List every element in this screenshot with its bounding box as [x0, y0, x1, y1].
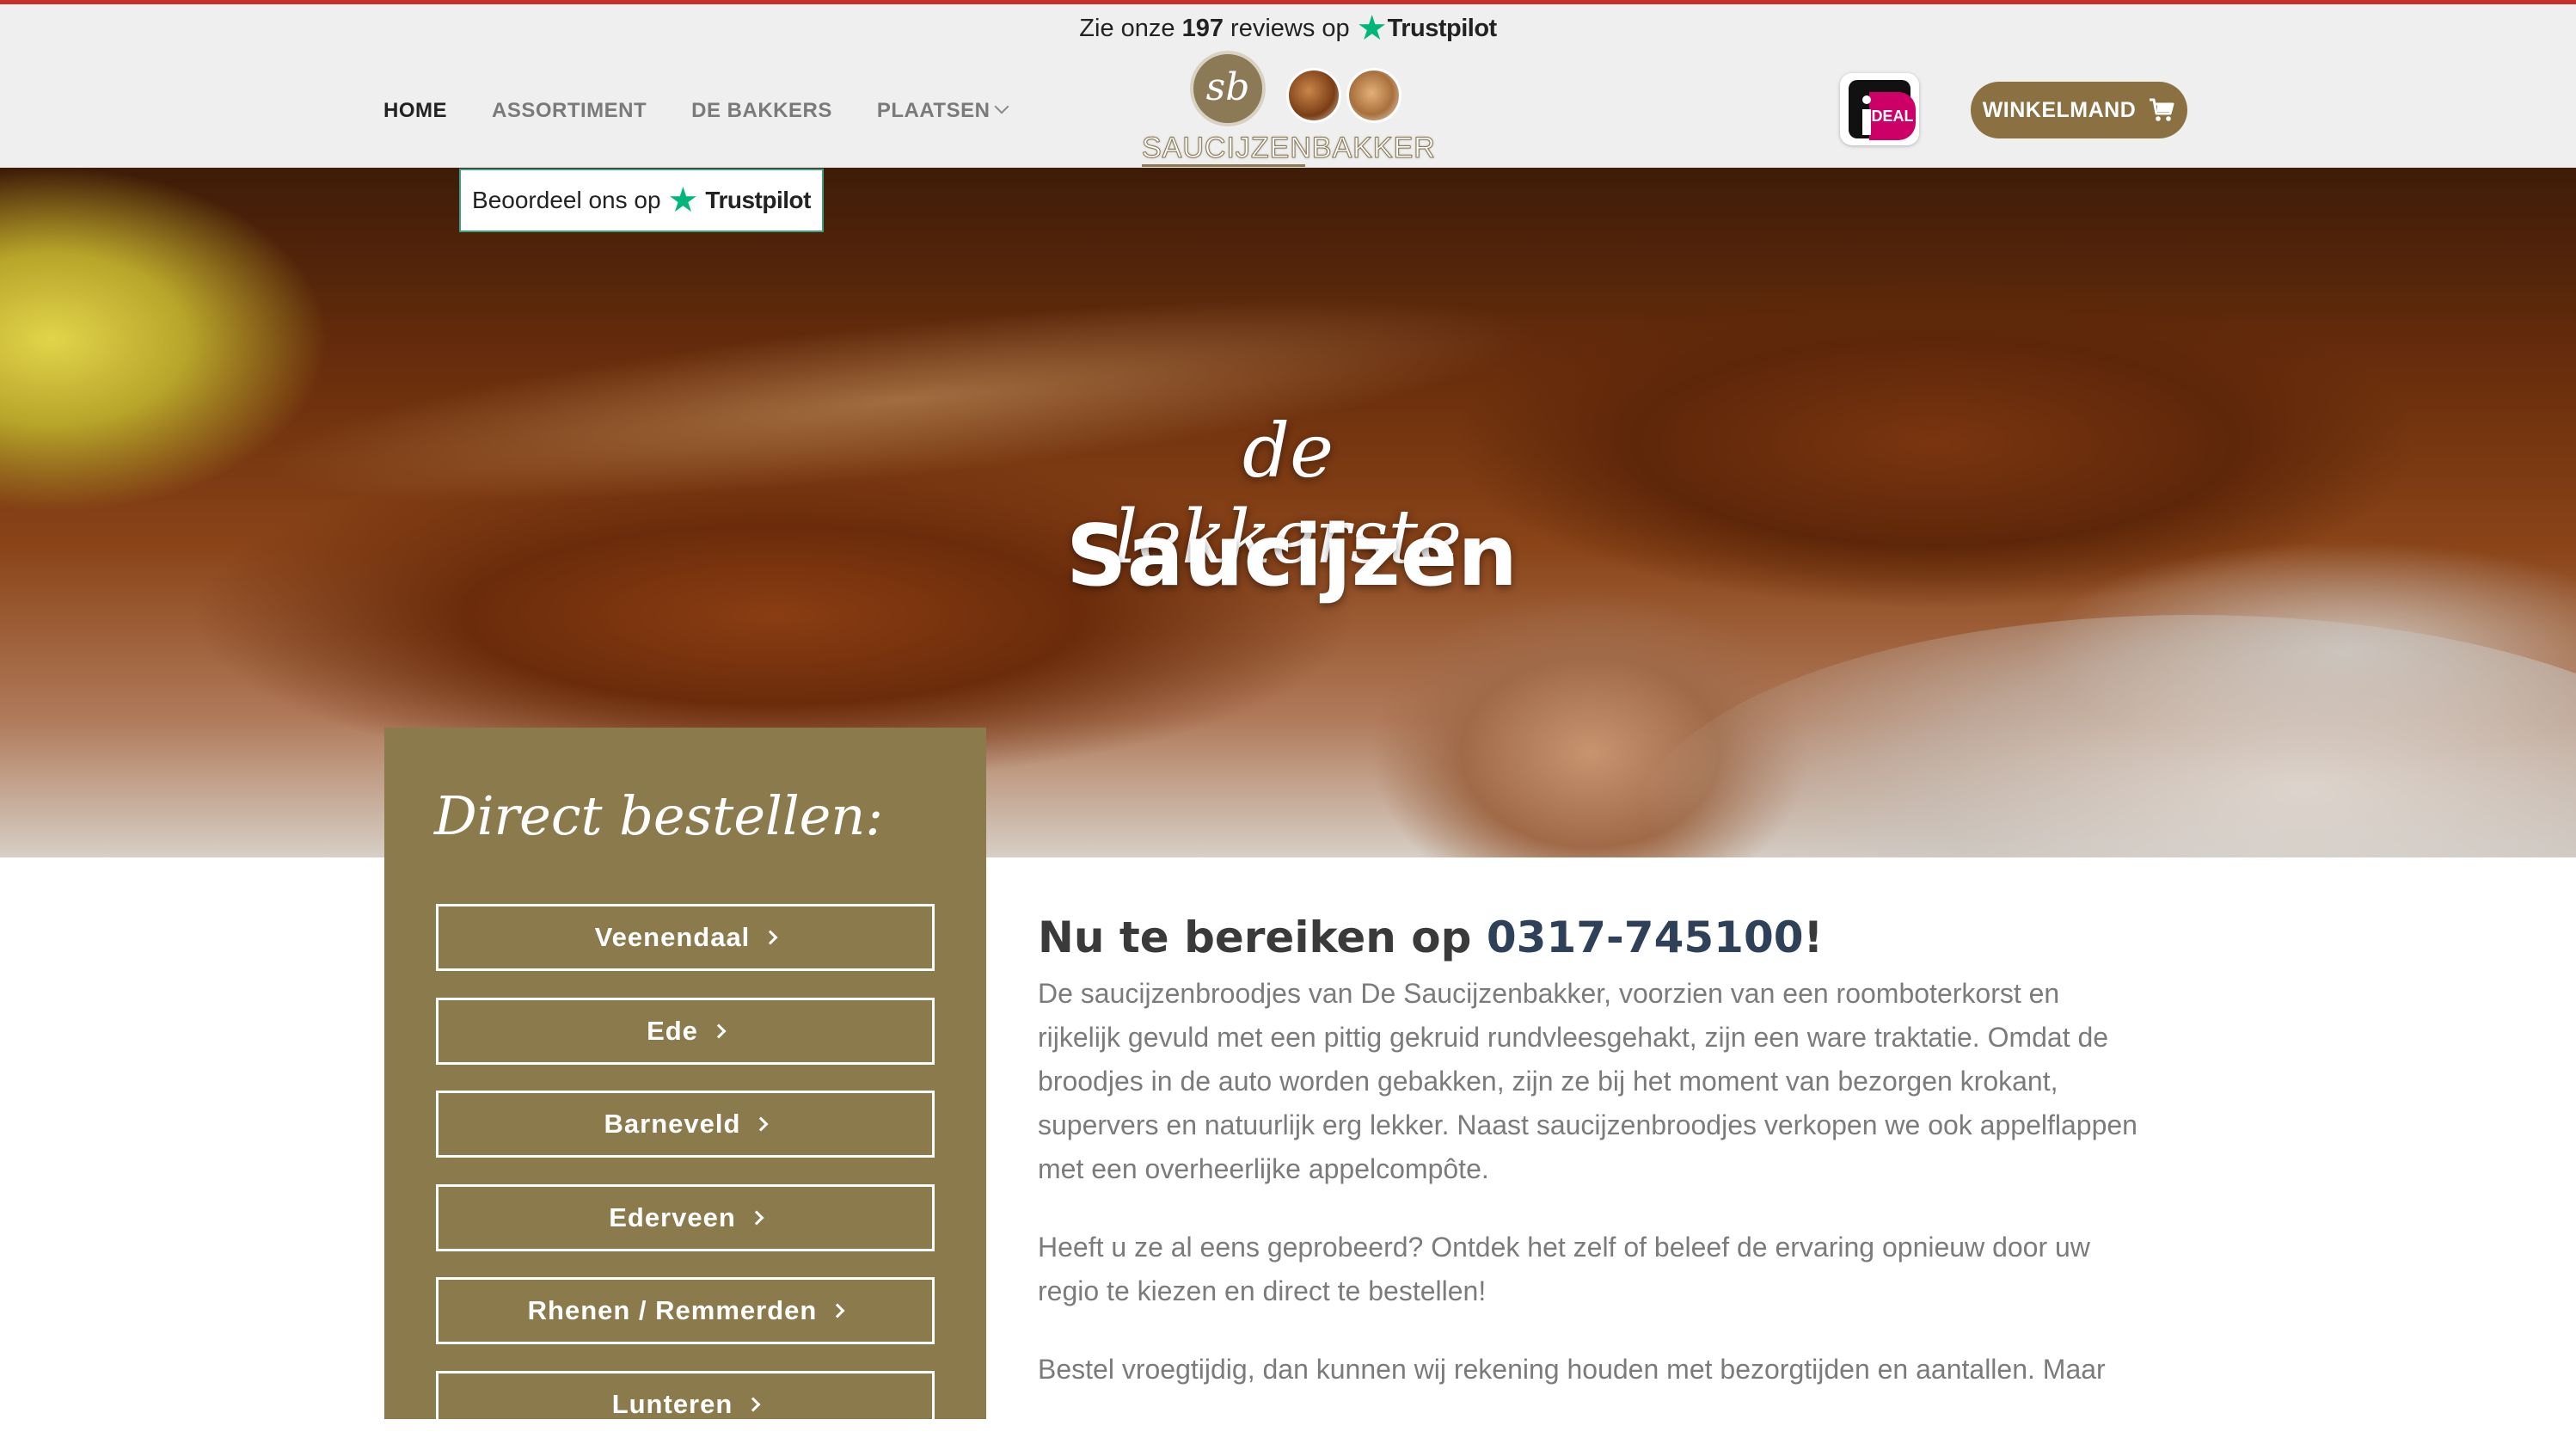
- contact-heading: Nu te bereiken op 0317-745100!: [1038, 903, 2138, 972]
- nav-home[interactable]: HOME: [383, 94, 447, 128]
- intro-content: Nu te bereiken op 0317-745100! De saucij…: [1038, 903, 2138, 1426]
- chevron-right-icon: [763, 930, 778, 945]
- nav-de-bakkers[interactable]: DE BAKKERS: [691, 94, 832, 128]
- ideal-logo: DEAL: [1840, 73, 1919, 145]
- phone-number-link[interactable]: 0317-745100: [1487, 913, 1804, 962]
- ideal-label: DEAL: [1869, 92, 1916, 140]
- nav-plaatsen-label: PLAATSEN: [876, 99, 991, 122]
- star-icon: ★: [667, 181, 699, 219]
- intro-paragraph: De saucijzenbroodjes van De Saucijzenbak…: [1038, 978, 2137, 1184]
- star-icon: ★: [1356, 9, 1388, 47]
- trustpilot-prefix: Zie onze: [1079, 15, 1175, 42]
- cart-icon: [2150, 98, 2174, 121]
- chevron-right-icon: [745, 1397, 761, 1412]
- site-logo[interactable]: sb SAUCIJZENBAKKER: [1142, 47, 1436, 172]
- trustpilot-suffix: reviews op: [1230, 15, 1350, 42]
- direct-order-panel: Direct bestellen: Veenendaal Ede Barneve…: [384, 728, 986, 1438]
- trustpilot-review-badge[interactable]: Beoordeel ons op ★ Trustpilot: [459, 169, 824, 232]
- order-button-veenendaal[interactable]: Veenendaal: [436, 904, 935, 971]
- order-button-label: Rhenen / Remmerden: [527, 1295, 818, 1325]
- nav-assortiment[interactable]: ASSORTIMENT: [492, 94, 647, 128]
- main-nav: HOME ASSORTIMENT DE BAKKERS PLAATSEN: [383, 94, 1052, 128]
- trustpilot-reviews-link[interactable]: Zie onze 197 reviews op ★Trustpilot: [0, 11, 2576, 46]
- order-title: Direct bestellen:: [434, 784, 884, 847]
- chevron-right-icon: [749, 1210, 764, 1226]
- site-header: Zie onze 197 reviews op ★Trustpilot HOME…: [0, 4, 2576, 168]
- logo-pastry-image: [1346, 68, 1401, 123]
- order-button-ederveen[interactable]: Ederveen: [436, 1184, 935, 1251]
- winkelmand-button[interactable]: WINKELMAND: [1971, 82, 2187, 138]
- chevron-right-icon: [753, 1116, 769, 1132]
- chevron-right-icon: [711, 1023, 727, 1039]
- order-button-rhenen-remmerden[interactable]: Rhenen / Remmerden: [436, 1277, 935, 1344]
- logo-underline: [1142, 164, 1305, 167]
- logo-sausage-roll-image: [1286, 68, 1341, 123]
- badge-text: Beoordeel ons op: [472, 187, 661, 213]
- logo-monogram: sb: [1190, 51, 1266, 126]
- review-count: 197: [1181, 15, 1224, 42]
- hero-title: Saucijzen: [1066, 507, 1518, 605]
- trustpilot-brand: Trustpilot: [1387, 15, 1498, 42]
- order-button-lunteren[interactable]: Lunteren: [436, 1371, 935, 1438]
- heading-prefix: Nu te bereiken op: [1038, 913, 1472, 962]
- order-button-label: Lunteren: [611, 1389, 733, 1419]
- badge-brand: Trustpilot: [705, 187, 811, 213]
- chevron-down-icon: [994, 99, 1009, 114]
- heading-suffix: !: [1803, 913, 1824, 962]
- logo-wordmark: SAUCIJZENBAKKER: [1142, 132, 1436, 165]
- chevron-right-icon: [830, 1303, 845, 1318]
- order-button-label: Barneveld: [604, 1109, 741, 1139]
- order-button-label: Ede: [647, 1016, 698, 1046]
- nav-plaatsen[interactable]: PLAATSEN: [876, 94, 1009, 128]
- order-button-ede[interactable]: Ede: [436, 998, 935, 1065]
- order-button-label: Veenendaal: [594, 922, 751, 952]
- cart-label: WINKELMAND: [1982, 97, 2137, 122]
- order-button-barneveld[interactable]: Barneveld: [436, 1091, 935, 1158]
- order-button-label: Ederveen: [609, 1202, 736, 1232]
- cta-paragraph: Heeft u ze al eens geprobeerd? Ontdek he…: [1038, 1232, 2090, 1306]
- order-early-paragraph: Bestel vroegtijdig, dan kunnen wij reken…: [1038, 1354, 2106, 1385]
